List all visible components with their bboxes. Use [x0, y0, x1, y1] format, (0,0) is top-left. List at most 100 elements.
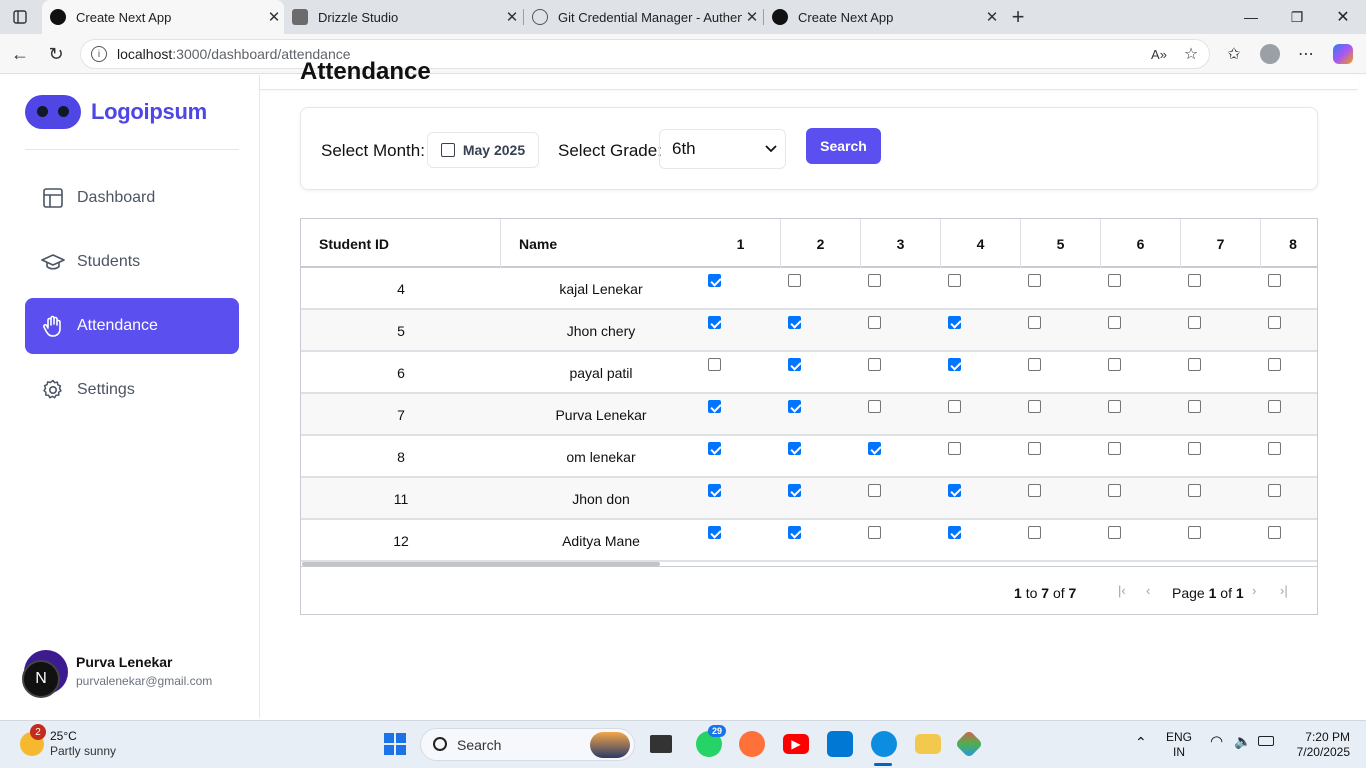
- column-header-day[interactable]: 4: [941, 219, 1021, 268]
- close-tab-icon[interactable]: ✕: [982, 8, 1002, 26]
- attendance-checkbox[interactable]: [1108, 316, 1121, 329]
- whatsapp-icon[interactable]: 29: [696, 725, 727, 757]
- close-window-icon[interactable]: ✕: [1320, 0, 1366, 34]
- month-picker-button[interactable]: May 2025: [427, 132, 539, 168]
- sidebar-item-settings[interactable]: Settings: [25, 362, 239, 418]
- close-tab-icon[interactable]: ✕: [264, 8, 284, 26]
- url-field[interactable]: i localhost:3000/dashboard/attendance: [80, 39, 1210, 69]
- firefox-icon[interactable]: [739, 731, 765, 757]
- sidebar-item-attendance[interactable]: Attendance: [25, 298, 239, 354]
- attendance-checkbox[interactable]: [1028, 400, 1041, 413]
- attendance-checkbox[interactable]: [1188, 358, 1201, 371]
- column-header-student-id[interactable]: Student ID: [301, 219, 501, 268]
- browser-tab-3[interactable]: Create Next App ✕: [764, 0, 1002, 34]
- attendance-checkbox[interactable]: [1188, 526, 1201, 539]
- attendance-checkbox[interactable]: [868, 442, 881, 455]
- attendance-checkbox[interactable]: [1268, 316, 1281, 329]
- read-aloud-icon[interactable]: A»: [1147, 42, 1171, 66]
- favorites-icon[interactable]: ✩: [1222, 42, 1246, 66]
- attendance-checkbox[interactable]: [708, 526, 721, 539]
- tab-actions-icon[interactable]: [8, 5, 32, 29]
- attendance-checkbox[interactable]: [1028, 316, 1041, 329]
- attendance-checkbox[interactable]: [948, 526, 961, 539]
- reload-icon[interactable]: ↻: [44, 42, 68, 66]
- attendance-checkbox[interactable]: [868, 274, 881, 287]
- browser-tab-2[interactable]: Git Credential Manager - Authent ✕: [524, 0, 762, 34]
- attendance-checkbox[interactable]: [1108, 400, 1121, 413]
- attendance-checkbox[interactable]: [788, 274, 801, 287]
- profile-icon[interactable]: [1258, 42, 1282, 66]
- attendance-checkbox[interactable]: [1268, 400, 1281, 413]
- attendance-checkbox[interactable]: [1108, 442, 1121, 455]
- git-app-icon[interactable]: [954, 729, 984, 759]
- close-tab-icon[interactable]: ✕: [742, 8, 762, 26]
- attendance-checkbox[interactable]: [1028, 526, 1041, 539]
- attendance-checkbox[interactable]: [1268, 274, 1281, 287]
- attendance-checkbox[interactable]: [788, 526, 801, 539]
- attendance-checkbox[interactable]: [868, 358, 881, 371]
- column-header-day[interactable]: 1: [701, 219, 781, 268]
- column-header-name[interactable]: Name: [501, 219, 701, 268]
- battery-icon[interactable]: [1258, 736, 1274, 746]
- attendance-checkbox[interactable]: [708, 316, 721, 329]
- task-view-icon[interactable]: [650, 735, 672, 753]
- previous-page-icon[interactable]: ‹: [1146, 583, 1150, 598]
- clock[interactable]: 7:20 PM 7/20/2025: [1288, 730, 1350, 760]
- attendance-checkbox[interactable]: [1188, 400, 1201, 413]
- column-header-day[interactable]: 5: [1021, 219, 1101, 268]
- taskbar-search[interactable]: Search: [420, 728, 635, 761]
- favorite-star-icon[interactable]: ☆: [1179, 42, 1203, 66]
- back-icon[interactable]: ←: [8, 42, 32, 66]
- first-page-icon[interactable]: |‹: [1118, 583, 1126, 598]
- attendance-checkbox[interactable]: [788, 316, 801, 329]
- attendance-checkbox[interactable]: [948, 442, 961, 455]
- sidebar-item-dashboard[interactable]: Dashboard: [25, 170, 239, 226]
- file-explorer-icon[interactable]: [915, 734, 941, 754]
- column-header-day[interactable]: 7: [1181, 219, 1261, 268]
- attendance-checkbox[interactable]: [788, 358, 801, 371]
- attendance-checkbox[interactable]: [788, 442, 801, 455]
- attendance-checkbox[interactable]: [868, 526, 881, 539]
- attendance-checkbox[interactable]: [1028, 484, 1041, 497]
- attendance-checkbox[interactable]: [948, 358, 961, 371]
- last-page-icon[interactable]: ›|: [1280, 583, 1288, 598]
- attendance-checkbox[interactable]: [868, 400, 881, 413]
- attendance-checkbox[interactable]: [1108, 358, 1121, 371]
- sidebar-item-students[interactable]: Students: [25, 234, 239, 290]
- column-header-day[interactable]: 6: [1101, 219, 1181, 268]
- column-header-day[interactable]: 8: [1261, 219, 1317, 268]
- copilot-icon[interactable]: [1331, 42, 1355, 66]
- attendance-checkbox[interactable]: [1108, 484, 1121, 497]
- attendance-checkbox[interactable]: [708, 442, 721, 455]
- attendance-checkbox[interactable]: [1268, 442, 1281, 455]
- column-header-day[interactable]: 3: [861, 219, 941, 268]
- user-profile[interactable]: N Purva Lenekar purvalenekar@gmail.com: [22, 650, 212, 698]
- search-button[interactable]: Search: [806, 128, 881, 164]
- attendance-checkbox[interactable]: [788, 400, 801, 413]
- wifi-icon[interactable]: ◠: [1210, 734, 1223, 749]
- attendance-checkbox[interactable]: [708, 358, 721, 371]
- browser-tab-0[interactable]: Create Next App ✕: [42, 0, 284, 34]
- attendance-checkbox[interactable]: [1028, 274, 1041, 287]
- attendance-checkbox[interactable]: [1188, 316, 1201, 329]
- attendance-checkbox[interactable]: [788, 484, 801, 497]
- attendance-checkbox[interactable]: [1188, 274, 1201, 287]
- show-hidden-icons[interactable]: ⌃: [1135, 735, 1147, 750]
- windows-start-icon[interactable]: [382, 731, 408, 757]
- next-page-icon[interactable]: ›: [1252, 583, 1256, 598]
- attendance-checkbox[interactable]: [948, 484, 961, 497]
- more-menu-icon[interactable]: ⋯: [1294, 42, 1318, 66]
- minimize-icon[interactable]: —: [1228, 0, 1274, 34]
- attendance-checkbox[interactable]: [708, 400, 721, 413]
- attendance-checkbox[interactable]: [708, 484, 721, 497]
- grade-select[interactable]: 6th: [659, 129, 786, 169]
- vscode-icon[interactable]: [827, 731, 853, 757]
- browser-tab-1[interactable]: Drizzle Studio ✕: [284, 0, 522, 34]
- new-tab-icon[interactable]: +: [1006, 4, 1030, 29]
- close-tab-icon[interactable]: ✕: [502, 8, 522, 26]
- attendance-checkbox[interactable]: [1108, 526, 1121, 539]
- youtube-icon[interactable]: ▶: [783, 734, 809, 754]
- site-info-icon[interactable]: i: [91, 46, 107, 62]
- attendance-checkbox[interactable]: [1268, 526, 1281, 539]
- attendance-checkbox[interactable]: [1028, 442, 1041, 455]
